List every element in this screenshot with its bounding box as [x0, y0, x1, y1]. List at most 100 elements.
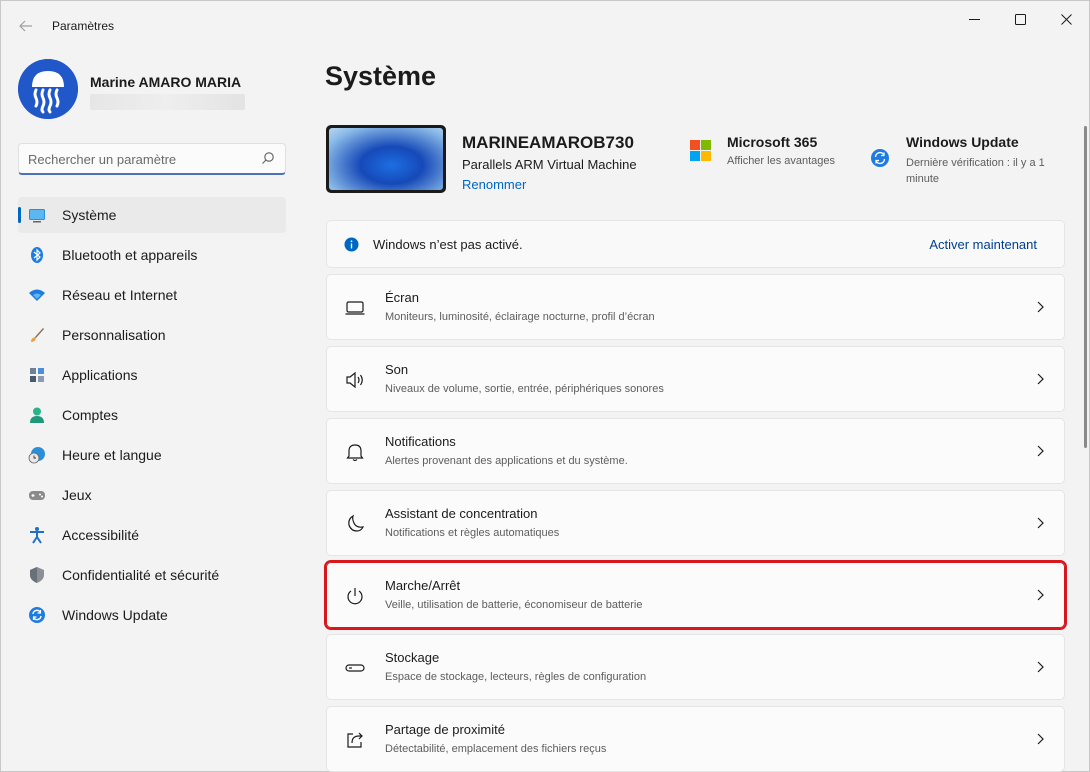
arrow-left-icon: [19, 20, 32, 32]
title-bar: Paramètres: [1, 1, 1089, 51]
chevron-right-icon: [1037, 373, 1044, 385]
settings-card-concentration[interactable]: Assistant de concentration Notifications…: [326, 490, 1065, 556]
chevron-right-icon: [1037, 445, 1044, 457]
apps-icon: [30, 368, 44, 382]
active-indicator: [18, 207, 21, 223]
app-title: Paramètres: [52, 19, 115, 33]
sidebar-item-systeme[interactable]: Système: [18, 197, 286, 233]
rename-link[interactable]: Renommer: [462, 177, 526, 192]
sidebar-nav: Système Bluetooth et appareils Réseau et…: [18, 197, 286, 637]
minimize-icon: [968, 18, 980, 20]
shield-icon: [30, 567, 44, 583]
minimize-button[interactable]: [951, 5, 997, 33]
device-thumbnail: [326, 125, 446, 193]
vertical-scrollbar[interactable]: [1084, 126, 1087, 448]
settings-card-son[interactable]: Son Niveaux de volume, sortie, entrée, p…: [326, 346, 1065, 412]
card-title: Stockage: [385, 650, 440, 665]
sidebar-item-jeux[interactable]: Jeux: [18, 477, 286, 513]
moon-icon: [348, 514, 365, 532]
bluetooth-icon: [31, 247, 43, 263]
sidebar-item-windows-update[interactable]: Windows Update: [18, 597, 286, 633]
search-icon[interactable]: [261, 151, 275, 165]
card-subtitle: Espace de stockage, lecteurs, règles de …: [385, 671, 647, 683]
card-title: Son: [385, 362, 409, 377]
chevron-right-icon: [1037, 517, 1044, 529]
profile-name: Marine AMARO MARIA: [90, 74, 242, 90]
sidebar-item-accessibilite[interactable]: Accessibilité: [18, 517, 286, 553]
settings-card-marche-arret[interactable]: Marche/Arrêt Veille, utilisation de batt…: [324, 560, 1067, 630]
person-icon: [30, 407, 44, 423]
card-title: Écran: [385, 290, 419, 305]
drive-icon: [345, 664, 365, 672]
activation-message: Windows n’est pas activé.: [373, 237, 523, 252]
maximize-icon: [1014, 13, 1026, 25]
sidebar-item-comptes[interactable]: Comptes: [18, 397, 286, 433]
search-box[interactable]: [18, 143, 286, 175]
sidebar-item-label: Windows Update: [62, 607, 168, 623]
microsoft-logo-icon: [690, 140, 711, 161]
info-icon: [344, 237, 359, 252]
activation-banner: Windows n’est pas activé. Activer mainte…: [326, 220, 1065, 268]
settings-window: Paramètres Marine AMARO MARIA Rechercher…: [0, 0, 1090, 772]
card-subtitle: Notifications et règles automatiques: [385, 527, 560, 539]
sidebar-item-label: Heure et langue: [62, 447, 162, 463]
sidebar-item-label: Réseau et Internet: [62, 287, 178, 303]
sidebar-item-reseau[interactable]: Réseau et Internet: [18, 277, 286, 313]
ms365-title[interactable]: Microsoft 365: [727, 134, 817, 150]
jellyfish-avatar-icon: [18, 59, 78, 119]
back-button[interactable]: [15, 15, 37, 37]
gamepad-icon: [29, 491, 45, 500]
monitor-icon: [29, 209, 45, 223]
card-title: Partage de proximité: [385, 722, 505, 737]
chevron-right-icon: [1037, 301, 1044, 313]
windows-update-icon: [871, 149, 889, 167]
display-icon: [345, 301, 365, 315]
sidebar-item-label: Applications: [62, 367, 138, 383]
settings-card-partage[interactable]: Partage de proximité Détectabilité, empl…: [326, 706, 1065, 772]
sidebar-item-label: Accessibilité: [62, 527, 140, 543]
sidebar-item-label: Jeux: [62, 487, 92, 503]
sidebar-item-heure[interactable]: Heure et langue: [18, 437, 286, 473]
card-title: Assistant de concentration: [385, 506, 538, 521]
avatar[interactable]: [18, 59, 78, 119]
power-icon: [347, 588, 363, 605]
chevron-right-icon: [1037, 733, 1044, 745]
sidebar-item-label: Confidentialité et sécurité: [62, 567, 220, 583]
sync-icon: [29, 607, 45, 623]
bell-icon: [346, 444, 364, 462]
card-subtitle: Veille, utilisation de batterie, économi…: [385, 599, 643, 611]
accessibility-icon: [30, 527, 44, 544]
sidebar-item-label: Comptes: [62, 407, 119, 423]
share-icon: [347, 732, 363, 748]
settings-card-notifications[interactable]: Notifications Alertes provenant des appl…: [326, 418, 1065, 484]
sidebar-item-applications[interactable]: Applications: [18, 357, 286, 393]
activate-now-button[interactable]: Activer maintenant: [929, 237, 1037, 252]
sidebar-item-label: Bluetooth et appareils: [62, 247, 198, 263]
close-button[interactable]: [1043, 5, 1089, 33]
card-subtitle: Détectabilité, emplacement des fichiers …: [385, 743, 607, 755]
wifi-icon: [29, 289, 45, 301]
speaker-icon: [346, 371, 363, 389]
device-name: MARINEAMAROB730: [462, 133, 634, 152]
chevron-right-icon: [1037, 661, 1044, 673]
search-input[interactable]: [28, 150, 248, 168]
chevron-right-icon: [1037, 589, 1044, 601]
sidebar-item-label: Personnalisation: [62, 327, 166, 343]
windows-update-subtitle: Dernière vérification : il y a 1 minute: [906, 157, 1045, 185]
page-title: Système: [325, 61, 437, 91]
sidebar-item-confidentialite[interactable]: Confidentialité et sécurité: [18, 557, 286, 593]
settings-card-ecran[interactable]: Écran Moniteurs, luminosité, éclairage n…: [326, 274, 1065, 340]
profile-email-redacted: [90, 94, 245, 110]
maximize-button[interactable]: [997, 5, 1043, 33]
card-subtitle: Niveaux de volume, sortie, entrée, périp…: [385, 383, 664, 395]
brush-icon: [31, 328, 44, 342]
sidebar-item-bluetooth[interactable]: Bluetooth et appareils: [18, 237, 286, 273]
windows-update-title[interactable]: Windows Update: [906, 134, 1019, 150]
ms365-subtitle: Afficher les avantages: [727, 155, 836, 167]
sidebar-item-personnalisation[interactable]: Personnalisation: [18, 317, 286, 353]
device-model: Parallels ARM Virtual Machine: [462, 157, 637, 172]
settings-card-stockage[interactable]: Stockage Espace de stockage, lecteurs, r…: [326, 634, 1065, 700]
card-title: Notifications: [385, 434, 456, 449]
wallpaper-preview: [329, 128, 443, 190]
sidebar-item-label: Système: [62, 207, 117, 223]
